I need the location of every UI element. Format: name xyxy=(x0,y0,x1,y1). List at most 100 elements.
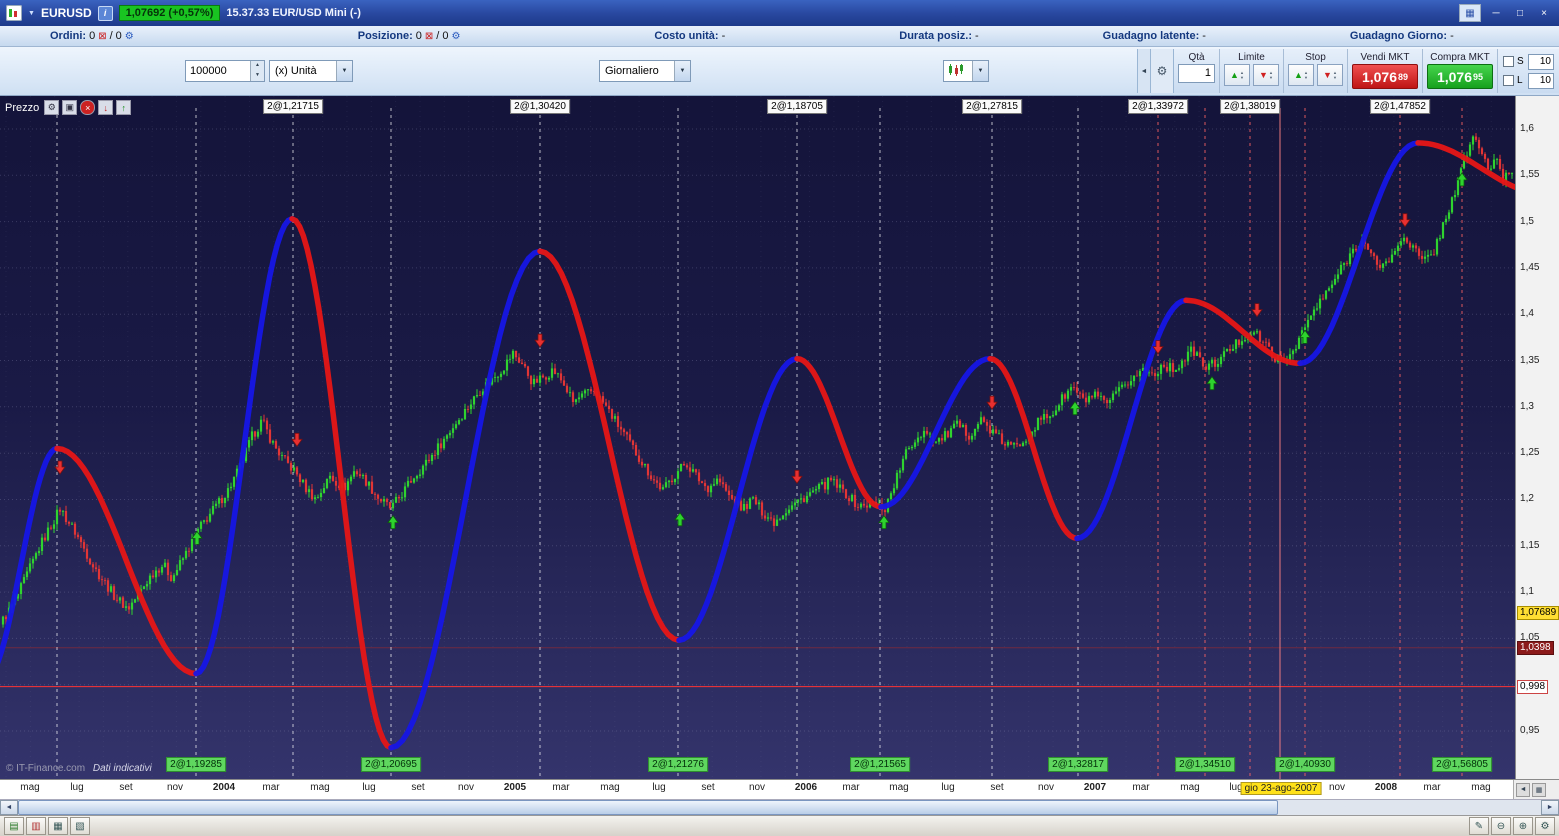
position-duration-label: Durata posiz.: xyxy=(899,30,972,42)
panel-settings-icon[interactable]: ⚙ xyxy=(44,100,60,115)
sell-stop-button[interactable]: ▼ ▲ ▼ xyxy=(1317,64,1343,86)
y-axis-tick: 1,1 xyxy=(1520,586,1534,597)
buy-mkt-header: Compra MKT xyxy=(1430,52,1490,63)
stop-checkbox-label: S xyxy=(1517,56,1524,67)
quantity-input[interactable]: 100000 ▲ ▼ xyxy=(185,60,265,82)
panel-close-icon[interactable]: × xyxy=(80,100,96,115)
buy-market-button[interactable]: 1,076 95 xyxy=(1427,64,1493,89)
price-chart[interactable]: 2@1,21715 2@1,30420 2@1,18705 2@1,27815 2@1,… xyxy=(0,96,1516,779)
y-axis-tick: 1,4 xyxy=(1520,308,1534,319)
time-scrollbar[interactable]: ◄ ► xyxy=(0,799,1559,815)
mini-spinner[interactable]: ▲ ▼ xyxy=(1333,70,1337,80)
sell-price-pips: 89 xyxy=(1398,71,1409,82)
chart-type-select[interactable]: ▼ xyxy=(943,60,989,82)
x-axis-label: nov xyxy=(457,782,475,793)
latent-gain-group: Guadagno latente: - xyxy=(1103,30,1206,42)
trade-qty-input[interactable]: 1 xyxy=(1178,64,1215,83)
mini-spinner[interactable]: ▲ ▼ xyxy=(1269,70,1273,80)
latent-gain-label: Guadagno latente: xyxy=(1102,30,1200,42)
y-axis-tick: 1,6 xyxy=(1520,123,1534,134)
x-axis-label: mag xyxy=(1471,782,1491,793)
position-separator: / xyxy=(436,30,440,42)
scrollbar-track[interactable] xyxy=(18,800,1541,815)
chart-mode-bars-icon[interactable]: ▥ xyxy=(26,817,46,835)
price-axis[interactable]: 1,6 1,55 1,5 1,45 1,4 1,35 1,3 1,25 1,2 1,15 1,1 1,… xyxy=(1515,96,1559,779)
minimize-button[interactable]: ─ xyxy=(1487,5,1505,21)
sell-limit-button[interactable]: ▼ ▲ ▼ xyxy=(1253,64,1279,86)
info-icon[interactable]: i xyxy=(97,5,113,21)
watermark-source: © IT-Finance.com xyxy=(6,763,86,774)
cancel-orders-icon[interactable]: ⊠ xyxy=(98,31,106,42)
zoom-in-icon[interactable]: ⊕ xyxy=(1513,817,1533,835)
buy-stop-button[interactable]: ▲ ▲ ▼ xyxy=(1288,64,1314,86)
time-axis[interactable]: mag lug set nov 2004 mar mag lug set nov 2005 mar ma… xyxy=(0,780,1513,799)
down-arrow-icon: ▼ xyxy=(1323,69,1332,80)
symbol-dropdown-icon[interactable]: ▼ xyxy=(28,10,35,17)
scroll-right-icon[interactable]: ► xyxy=(1541,800,1559,815)
x-axis-label: set xyxy=(119,782,133,793)
unit-select[interactable]: (x) Unità ▼ xyxy=(269,60,353,82)
y-axis-tick: 1,2 xyxy=(1520,493,1534,504)
trade-settings-icon[interactable]: ⚙ xyxy=(1151,49,1174,93)
dropdown-icon[interactable]: ▼ xyxy=(336,61,352,81)
panel-duplicate-icon[interactable]: ▣ xyxy=(62,100,78,115)
day-gain-value: - xyxy=(1450,30,1454,42)
up-arrow-icon: ▲ xyxy=(1294,69,1303,80)
timeframe-select-value: Giornaliero xyxy=(605,65,659,77)
zoom-out-icon[interactable]: ⊖ xyxy=(1491,817,1511,835)
x-axis-label: mag xyxy=(20,782,40,793)
position-value: 0 xyxy=(415,30,422,42)
collapse-panel-icon[interactable]: ◄ xyxy=(1138,49,1151,93)
price-badge: 1,07692 (+0,57%) xyxy=(118,5,221,21)
limit-column: Limite ▲ ▲ ▼ ▼ ▲ ▼ xyxy=(1220,49,1284,93)
chart-mode-area-icon[interactable]: ▧ xyxy=(70,817,90,835)
limit-checkbox[interactable] xyxy=(1503,75,1514,86)
chart-settings-icon[interactable]: ⚙ xyxy=(1535,817,1555,835)
mini-spinner[interactable]: ▲ ▼ xyxy=(1240,70,1244,80)
sell-marker-icon[interactable]: ↓ xyxy=(98,100,114,115)
draw-tool-icon[interactable]: ✎ xyxy=(1469,817,1489,835)
sell-market-button[interactable]: 1,076 89 xyxy=(1352,64,1418,89)
trading-platform-window: { "window": { "symbol": "EURUSD", "info_… xyxy=(0,0,1559,836)
x-axis-label: mag xyxy=(889,782,909,793)
spinner-down-icon[interactable]: ▼ xyxy=(251,71,264,81)
chart-mode-line-icon[interactable]: ▦ xyxy=(48,817,68,835)
chart-mode-candles-icon[interactable]: ▤ xyxy=(4,817,24,835)
sell-price: 1,076 xyxy=(1361,68,1398,85)
orders-value-2: 0 xyxy=(115,30,122,42)
chart-canvas[interactable] xyxy=(0,96,1516,779)
limit-distance-input[interactable]: 10 xyxy=(1528,72,1554,89)
axis-options-icon[interactable]: ▦ xyxy=(1532,782,1547,797)
current-price-badge: 1,07689 xyxy=(1517,606,1559,620)
mini-spinner[interactable]: ▲ ▼ xyxy=(1304,70,1308,80)
day-gain-label: Guadagno Giorno: xyxy=(1349,30,1448,42)
x-axis-label: set xyxy=(701,782,715,793)
dropdown-icon[interactable]: ▼ xyxy=(972,61,988,81)
orders-label: Ordini: xyxy=(50,30,87,42)
axis-back-icon[interactable]: ◄ xyxy=(1516,782,1531,797)
limit-checkbox-label: L xyxy=(1517,75,1523,86)
timeframe-select[interactable]: Giornaliero ▼ xyxy=(599,60,691,82)
position-settings-icon[interactable]: ⚙ xyxy=(451,31,460,42)
stop-distance-input[interactable]: 10 xyxy=(1528,53,1554,70)
x-axis-label: nov xyxy=(748,782,766,793)
maximize-button[interactable]: □ xyxy=(1511,5,1529,21)
quantity-spinner[interactable]: ▲ ▼ xyxy=(250,61,264,81)
y-axis-tick: 1,25 xyxy=(1520,447,1540,458)
position-info-bar: Ordini: 0 ⊠ / 0 ⚙ Posizione: 0 ⊠ / 0 ⚙ C… xyxy=(0,26,1559,47)
scroll-left-icon[interactable]: ◄ xyxy=(0,800,18,815)
close-position-icon[interactable]: ⊠ xyxy=(425,31,433,42)
stop-checkbox[interactable] xyxy=(1503,56,1514,67)
layout-grid-icon[interactable]: ▦ xyxy=(1459,4,1481,22)
x-axis-label: mar xyxy=(552,782,570,793)
scrollbar-thumb[interactable] xyxy=(18,800,1278,815)
buy-limit-button[interactable]: ▲ ▲ ▼ xyxy=(1224,64,1250,86)
close-button[interactable]: × xyxy=(1535,5,1553,21)
titlebar: ▼ EURUSD i 1,07692 (+0,57%) 15.37.33 EUR… xyxy=(0,0,1559,26)
quantity-value[interactable]: 100000 xyxy=(186,65,250,77)
dropdown-icon[interactable]: ▼ xyxy=(674,61,690,81)
orders-settings-icon[interactable]: ⚙ xyxy=(125,31,134,42)
spinner-up-icon[interactable]: ▲ xyxy=(251,61,264,71)
orders-value: 0 xyxy=(89,30,96,42)
buy-marker-icon[interactable]: ↑ xyxy=(116,100,132,115)
